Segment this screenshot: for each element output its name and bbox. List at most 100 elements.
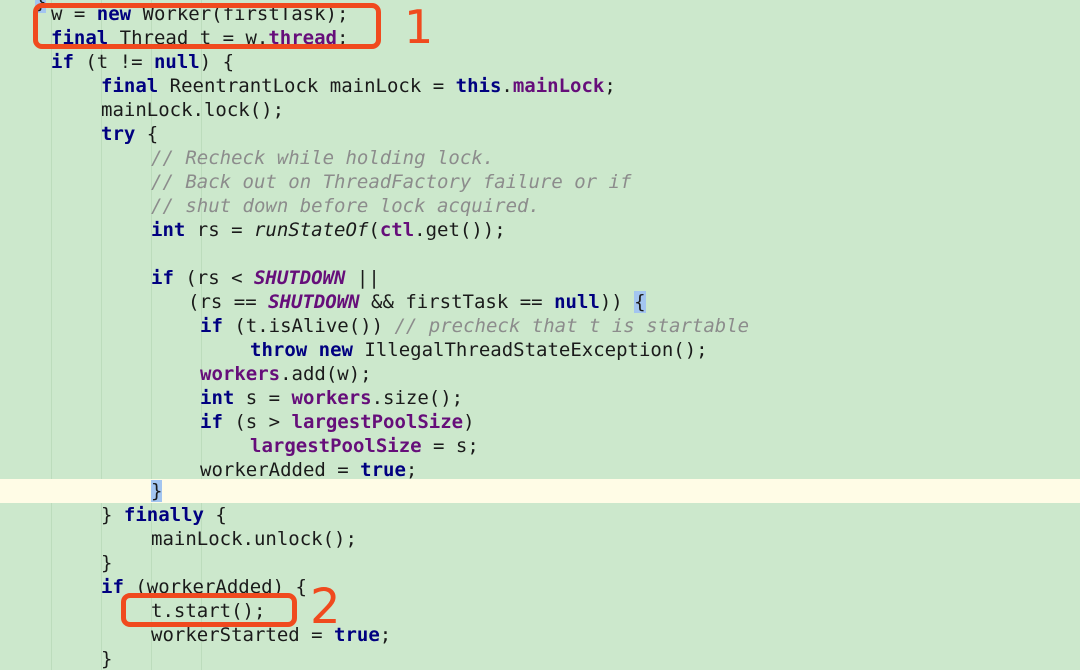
code-token: ; [604,75,616,97]
code-token: . [501,75,513,97]
code-token: } [101,648,113,670]
code-token: (t != [73,51,154,73]
code-token: t.start(); [151,600,266,622]
code-token: .get()); [414,219,506,241]
code-line[interactable]: int rs = runStateOf(ctl.get()); [151,218,506,242]
code-token: ; [379,624,392,646]
code-line[interactable]: workerAdded = true; [200,458,417,482]
code-token: this [455,75,502,97]
code-token: } [35,0,47,13]
code-line[interactable]: if (workerAdded) { [101,575,307,599]
code-line[interactable]: workerStarted = true; [151,623,391,647]
code-token: IllegalThreadStateException(); [352,339,708,361]
code-token: int [200,387,235,409]
code-token: (rs == [188,291,269,313]
code-token: )) [599,291,635,313]
code-token: { [203,504,227,526]
code-line[interactable]: if (rs < SHUTDOWN || [151,266,380,290]
code-token: } [101,552,113,574]
code-token: new [96,3,132,25]
code-token: throw [250,339,308,361]
code-token: (rs < [173,267,254,289]
code-line[interactable]: // Recheck while holding lock. [151,146,494,170]
code-token: { [135,123,159,145]
code-token: new [318,339,353,361]
code-token: { [634,291,646,313]
code-line[interactable]: largestPoolSize = s; [250,434,479,458]
code-token: if [151,267,174,289]
code-token: SHUTDOWN [253,267,346,289]
code-token: SHUTDOWN [268,291,360,313]
code-line[interactable]: } [151,479,163,503]
code-token: // Back out on ThreadFactory failure or … [151,171,632,193]
code-token: Worker(firstTask); [131,3,349,25]
code-token: // precheck that t is startable [394,315,750,337]
code-token: ( [368,219,380,241]
code-token: largestPoolSize [291,411,464,433]
code-token: try [101,123,136,145]
code-token: ) { [199,51,235,73]
code-token: && firstTask == [359,291,555,313]
code-token: .add(w); [280,363,372,385]
code-token: thread [268,27,337,49]
code-token: mainLock [512,75,605,97]
code-token: mainLock.lock(); [101,99,285,121]
code-line[interactable]: final ReentrantLock mainLock = this.main… [101,74,616,98]
code-token: if [51,51,74,73]
code-token: int [151,219,186,241]
code-token: // shut down before lock acquired. [151,195,540,217]
code-token: // Recheck while holding lock. [151,147,495,169]
code-token: ; [337,27,349,49]
code-token: || [345,267,380,289]
code-token: (t.isAlive()) [222,315,395,337]
code-token: w = [51,3,97,25]
code-token: workerStarted = [151,624,335,646]
code-token: .size(); [371,387,464,409]
code-line[interactable]: } [101,551,112,575]
code-token: ; [405,459,418,481]
code-line[interactable]: final Thread t = w.thread; [51,26,348,50]
code-text-area[interactable]: } w = new Worker(firstTask); final Thread … [0,0,1080,670]
code-line[interactable]: (rs == SHUTDOWN && firstTask == null)) { [188,290,646,314]
code-token: if [200,411,223,433]
code-line[interactable]: workers.add(w); [200,362,372,386]
code-token: } [101,504,124,526]
code-token: workerAdded = [200,459,361,481]
code-token: true [334,624,380,646]
code-token: largestPoolSize [250,435,422,457]
code-line[interactable]: if (t.isAlive()) // precheck that t is s… [200,314,749,338]
code-line[interactable]: throw new IllegalThreadStateException(); [250,338,708,362]
code-line[interactable]: try { [101,122,158,146]
code-token: (s > [222,411,292,433]
code-line[interactable]: mainLock.unlock(); [151,527,357,551]
code-token: ReentrantLock mainLock = [158,75,456,97]
code-token: final [101,75,159,97]
code-token: workers [291,387,372,409]
code-token: finally [123,504,204,526]
code-token: true [360,459,406,481]
code-token: s = [234,387,292,409]
code-token: (workerAdded) { [123,576,307,598]
code-line[interactable]: if (s > largestPoolSize) [200,410,475,434]
code-line[interactable]: w = new Worker(firstTask); [51,2,348,26]
code-token: final [51,27,109,49]
code-line[interactable]: // Back out on ThreadFactory failure or … [151,170,631,194]
code-token: } [151,480,163,502]
code-token: rs = [185,219,254,241]
code-line[interactable]: mainLock.lock(); [101,98,284,122]
code-line[interactable]: t.start(); [151,599,265,623]
code-editor[interactable]: } w = new Worker(firstTask); final Thread … [0,0,1080,670]
code-line[interactable]: } [35,0,47,14]
code-line[interactable]: // shut down before lock acquired. [151,194,540,218]
code-token: = s; [421,435,479,457]
code-token: Thread t = w. [108,27,269,49]
code-line[interactable]: if (t != null) { [51,50,234,74]
code-token: runStateOf [253,219,369,241]
code-line[interactable]: int s = workers.size(); [200,386,463,410]
code-token: null [153,51,200,73]
code-line[interactable]: } [101,647,112,670]
code-token: mainLock.unlock(); [151,528,357,550]
code-token: null [554,291,600,313]
code-line[interactable]: } finally { [101,503,227,527]
